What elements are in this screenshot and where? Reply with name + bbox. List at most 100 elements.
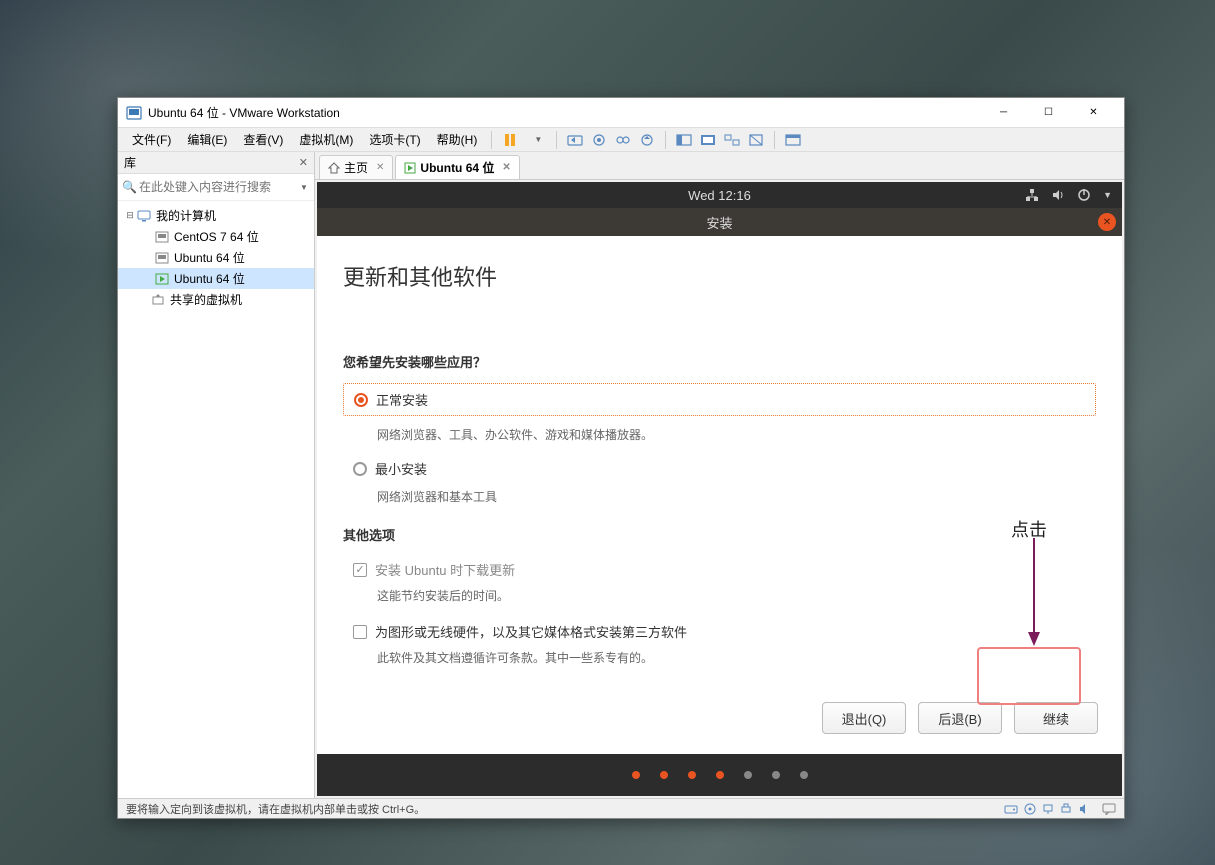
radio-icon [354, 393, 368, 407]
printer-icon[interactable] [1060, 803, 1072, 815]
leaf-icon [138, 295, 150, 305]
other-options-heading: 其他选项 [343, 525, 1096, 544]
window-title: Ubuntu 64 位 - VMware Workstation [148, 104, 981, 121]
progress-dot [772, 771, 780, 779]
statusbar: 要将输入定向到该虚拟机，请在虚拟机内部单击或按 Ctrl+G。 [118, 798, 1124, 818]
tab-bar: 主页 ✕ Ubuntu 64 位 ✕ [315, 152, 1124, 180]
body-area: 库 ✕ 🔍 ▼ ⊟ 我的计算机 CentOS 7 64 位 [118, 152, 1124, 798]
snapshot-manager-icon[interactable] [611, 129, 635, 151]
menubar: 文件(F) 编辑(E) 查看(V) 虚拟机(M) 选项卡(T) 帮助(H) ▼ [118, 128, 1124, 152]
chevron-down-icon[interactable]: ▼ [1103, 190, 1112, 200]
tab-close-icon[interactable]: ✕ [502, 162, 510, 173]
annotation-arrow-icon [1027, 538, 1041, 646]
progress-dot [744, 771, 752, 779]
tree-label: Ubuntu 64 位 [174, 270, 245, 287]
menu-edit[interactable]: 编辑(E) [179, 129, 235, 150]
cd-icon[interactable] [1024, 803, 1036, 815]
separator [665, 131, 666, 149]
menu-file[interactable]: 文件(F) [124, 129, 179, 150]
search-input[interactable] [137, 178, 296, 196]
sidebar-close-icon[interactable]: ✕ [299, 156, 308, 169]
shared-icon [150, 293, 166, 307]
window-titlebar[interactable]: Ubuntu 64 位 - VMware Workstation ─ ☐ ✕ [118, 98, 1124, 128]
radio-label: 最小安装 [375, 459, 427, 478]
checkbox-icon [353, 625, 367, 639]
checkbox-icon: ✓ [353, 563, 367, 577]
gnome-top-bar[interactable]: Wed 12:16 ▼ [317, 182, 1122, 208]
back-button[interactable]: 后退(B) [918, 702, 1002, 734]
home-icon [328, 162, 340, 174]
fullscreen-icon[interactable] [781, 129, 805, 151]
send-ctrl-alt-del-icon[interactable] [563, 129, 587, 151]
sidebar-toggle-icon[interactable] [672, 129, 696, 151]
tree-vm-centos[interactable]: CentOS 7 64 位 [118, 226, 314, 247]
check-desc: 此软件及其文档遵循许可条款。其中一些系专有的。 [343, 649, 1096, 666]
continue-button[interactable]: 继续 [1014, 702, 1098, 734]
tab-close-icon[interactable]: ✕ [376, 162, 384, 173]
sound-icon[interactable] [1078, 803, 1090, 815]
installer-title: 安装 [706, 213, 732, 232]
close-button[interactable]: ✕ [1071, 99, 1116, 127]
search-dropdown-icon[interactable]: ▼ [296, 183, 312, 192]
menu-view[interactable]: 查看(V) [235, 129, 291, 150]
tree-my-computer[interactable]: ⊟ 我的计算机 [118, 205, 314, 226]
check-label: 安装 Ubuntu 时下载更新 [375, 560, 515, 579]
volume-icon[interactable] [1051, 188, 1065, 202]
collapse-icon[interactable]: ⊟ [124, 210, 136, 221]
tab-home[interactable]: 主页 ✕ [319, 155, 393, 179]
tree-shared-vms[interactable]: 共享的虚拟机 [118, 289, 314, 310]
vm-running-icon [154, 272, 170, 286]
tree-label: 共享的虚拟机 [170, 291, 242, 308]
status-text: 要将输入定向到该虚拟机，请在虚拟机内部单击或按 Ctrl+G。 [126, 801, 425, 817]
clock[interactable]: Wed 12:16 [688, 188, 751, 203]
search-row: 🔍 ▼ [118, 174, 314, 201]
vmware-icon [126, 105, 142, 121]
vm-icon [154, 251, 170, 265]
main-area: 主页 ✕ Ubuntu 64 位 ✕ Wed 12:16 ▼ [315, 152, 1124, 798]
network-icon[interactable] [1025, 188, 1039, 202]
quit-button[interactable]: 退出(Q) [822, 702, 906, 734]
power-icon[interactable] [1077, 188, 1091, 202]
tab-label: Ubuntu 64 位 [420, 159, 494, 176]
installer-titlebar[interactable]: 安装 ✕ [317, 208, 1122, 236]
message-icon[interactable] [1102, 803, 1116, 815]
tab-ubuntu[interactable]: Ubuntu 64 位 ✕ [395, 155, 519, 179]
tree-vm-ubuntu1[interactable]: Ubuntu 64 位 [118, 247, 314, 268]
console-view-icon[interactable] [696, 129, 720, 151]
computer-icon [136, 209, 152, 223]
separator [774, 131, 775, 149]
radio-minimal-install[interactable]: 最小安装 [343, 453, 1096, 484]
sidebar-header: 库 ✕ [118, 152, 314, 174]
pause-button[interactable] [498, 129, 526, 151]
status-device-icons [1004, 803, 1116, 815]
check-download-updates[interactable]: ✓ 安装 Ubuntu 时下载更新 [343, 556, 1096, 583]
vm-running-icon [404, 162, 416, 174]
maximize-button[interactable]: ☐ [1026, 99, 1071, 127]
menu-help[interactable]: 帮助(H) [429, 129, 486, 150]
tree-label: 我的计算机 [156, 207, 216, 224]
library-sidebar: 库 ✕ 🔍 ▼ ⊟ 我的计算机 CentOS 7 64 位 [118, 152, 315, 798]
search-icon: 🔍 [122, 180, 137, 194]
revert-snapshot-icon[interactable] [635, 129, 659, 151]
disk-icon[interactable] [1004, 803, 1018, 815]
tree-vm-ubuntu2[interactable]: Ubuntu 64 位 [118, 268, 314, 289]
vm-console[interactable]: Wed 12:16 ▼ 安装 ✕ 更新和其他软件 您希望先安装哪些应用？ [317, 182, 1122, 796]
check-third-party[interactable]: 为图形或无线硬件，以及其它媒体格式安装第三方软件 [343, 618, 1096, 645]
network-icon[interactable] [1042, 803, 1054, 815]
tree-label: CentOS 7 64 位 [174, 228, 259, 245]
progress-dot [800, 771, 808, 779]
system-indicators[interactable]: ▼ [1025, 188, 1112, 202]
check-desc: 这能节约安装后的时间。 [343, 587, 1096, 604]
installer-close-icon[interactable]: ✕ [1098, 213, 1116, 231]
radio-normal-install[interactable]: 正常安装 [343, 383, 1096, 416]
menu-vm[interactable]: 虚拟机(M) [291, 129, 361, 150]
check-label: 为图形或无线硬件，以及其它媒体格式安装第三方软件 [375, 622, 687, 641]
menu-tabs[interactable]: 选项卡(T) [361, 129, 428, 150]
radio-icon [353, 462, 367, 476]
play-dropdown[interactable]: ▼ [526, 129, 550, 151]
minimize-button[interactable]: ─ [981, 99, 1026, 127]
snapshot-icon[interactable] [587, 129, 611, 151]
installer-progress-dots [317, 754, 1122, 796]
stretch-icon[interactable] [744, 129, 768, 151]
unity-icon[interactable] [720, 129, 744, 151]
